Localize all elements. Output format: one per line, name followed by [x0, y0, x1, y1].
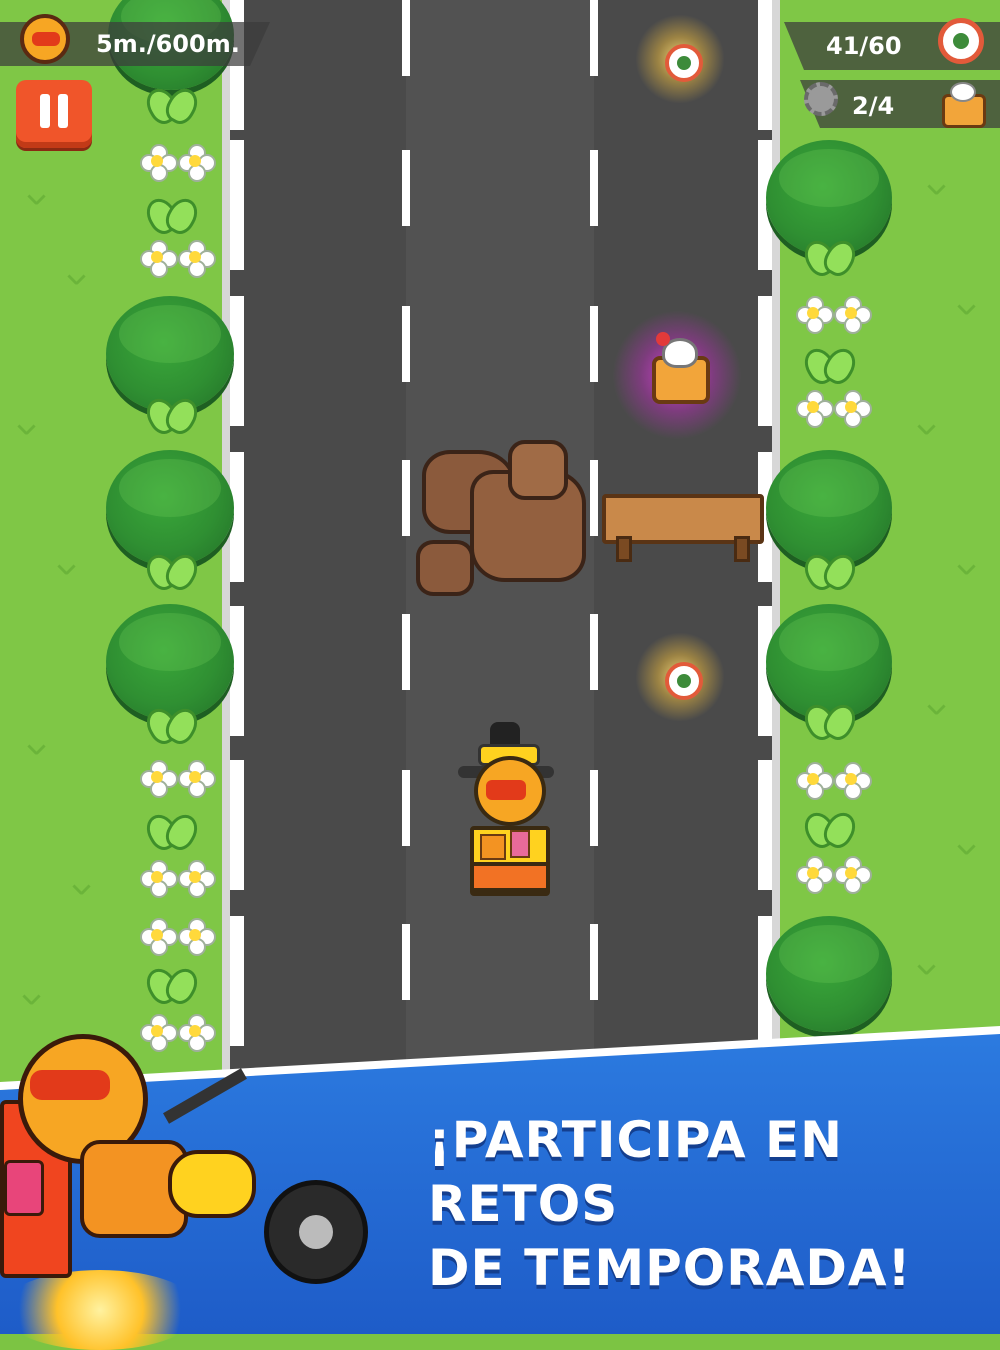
promo-line-2: DE TEMPORADA!: [428, 1239, 912, 1297]
lane-marking: [590, 306, 598, 382]
daisy-flower: [178, 918, 216, 956]
leaf-plant: [798, 340, 862, 389]
rider-avatar-icon: [20, 14, 70, 64]
leaf-plant: [140, 390, 204, 439]
lane-marking: [590, 460, 598, 536]
edge-marking: [758, 296, 772, 426]
lane-marking: [590, 614, 598, 690]
daisy-flower: [178, 760, 216, 798]
pause-icon: [40, 94, 50, 128]
road-left-edge: [222, 0, 230, 1100]
sushi-coin: [635, 632, 725, 722]
daisy-flower: [140, 760, 178, 798]
lane-marking: [402, 460, 410, 536]
pancake-dessert-pickup: [612, 310, 742, 440]
promo-line-1: ¡PARTICIPA EN RETOS: [428, 1111, 843, 1233]
daisy-flower: [796, 390, 834, 428]
daisy-flower: [796, 296, 834, 334]
leaf-plant: [140, 700, 204, 749]
lane-marking: [590, 924, 598, 1000]
daisy-flower: [140, 918, 178, 956]
lane-marking: [402, 770, 410, 846]
sushi-coin-icon: [938, 18, 984, 64]
daisy-flower: [834, 390, 872, 428]
lane-marking: [590, 0, 598, 76]
edge-marking: [230, 760, 244, 890]
daisy-flower: [834, 762, 872, 800]
leaf-plant: [140, 546, 204, 595]
player-motorbike: [458, 722, 554, 896]
leaf-plant: [798, 232, 862, 281]
edge-marking: [758, 760, 772, 890]
leaf-plant: [798, 696, 862, 745]
daisy-flower: [178, 860, 216, 898]
lane-marking: [402, 150, 410, 226]
lane-marking: [402, 924, 410, 1000]
promo-text: ¡PARTICIPA EN RETOS DE TEMPORADA!: [428, 1108, 988, 1300]
gear-icon: [804, 82, 838, 116]
daisy-flower: [834, 296, 872, 334]
coin-counter-text: 41/60: [826, 32, 902, 60]
daisy-flower: [178, 240, 216, 278]
leaf-plant: [140, 960, 204, 1009]
dessert-counter-text: 2/4: [852, 92, 895, 120]
leaf-plant: [140, 80, 204, 129]
edge-marking: [230, 916, 244, 1046]
sushi-coin: [635, 14, 725, 104]
daisy-flower: [140, 144, 178, 182]
pancake-icon: [938, 78, 986, 128]
lane-marking: [590, 770, 598, 846]
daisy-flower: [140, 240, 178, 278]
edge-marking: [230, 140, 244, 270]
edge-marking: [758, 0, 772, 130]
lane-marking: [402, 0, 410, 76]
rider-illustration: [0, 1030, 380, 1350]
leaf-plant: [798, 546, 862, 595]
daisy-flower: [834, 856, 872, 894]
leaf-plant: [140, 190, 204, 239]
daisy-flower: [140, 860, 178, 898]
daisy-flower: [796, 762, 834, 800]
bush: [766, 916, 892, 1032]
leaf-plant: [140, 806, 204, 855]
daisy-flower: [796, 856, 834, 894]
lane-marking: [402, 614, 410, 690]
pause-button[interactable]: [16, 80, 92, 148]
leaf-plant: [798, 804, 862, 853]
pause-icon: [58, 94, 68, 128]
lane-marking: [402, 306, 410, 382]
daisy-flower: [178, 144, 216, 182]
distance-text: 5m./600m.: [96, 30, 240, 58]
lane-marking: [590, 150, 598, 226]
